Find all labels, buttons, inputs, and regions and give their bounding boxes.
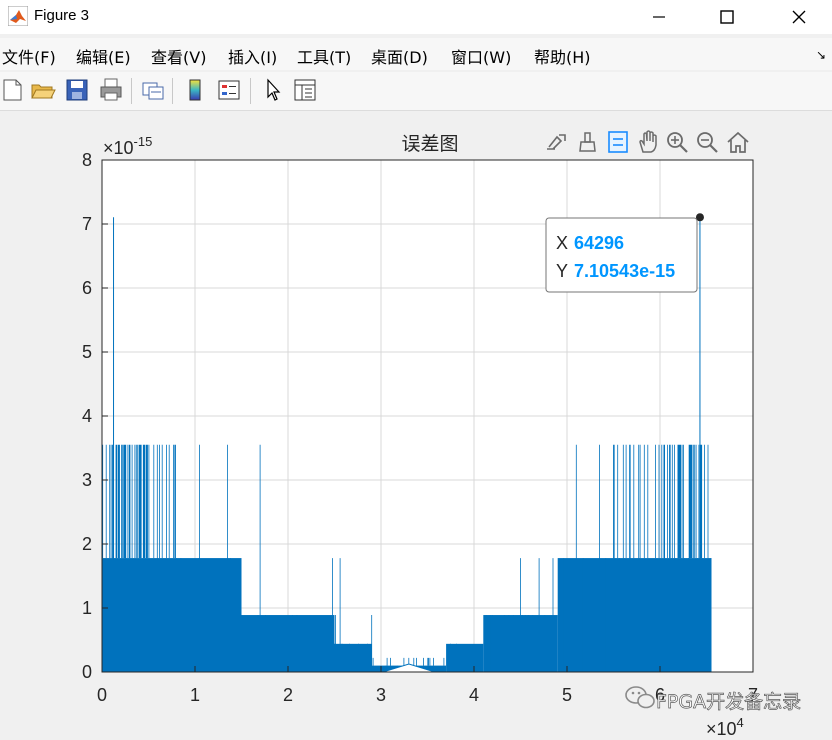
insert-legend-icon[interactable] [216, 77, 242, 103]
close-button[interactable] [776, 0, 822, 34]
menu-insert[interactable]: 插入(I) [228, 44, 277, 68]
x-exponent-label: ×104 [706, 715, 744, 736]
y-tick-label: 8 [82, 150, 92, 170]
insert-colorbar-icon[interactable] [182, 77, 208, 103]
minimize-icon [653, 16, 665, 18]
y-tick-label: 4 [82, 406, 92, 426]
datatip[interactable]: X 64296 Y 7.10543e-15 [545, 213, 704, 293]
menu-file[interactable]: 文件(F) [2, 44, 56, 68]
brush-icon[interactable] [579, 132, 596, 152]
x-tick-label: 1 [190, 685, 200, 705]
menu-window[interactable]: 窗口(W) [451, 44, 511, 68]
y-tick-label: 3 [82, 470, 92, 490]
y-tick-label: 7 [82, 214, 92, 234]
menu-edit[interactable]: 编辑(E) [76, 44, 131, 68]
maximize-icon [720, 10, 734, 24]
print-icon[interactable] [98, 77, 124, 103]
window-titlebar: Figure 3 [0, 0, 832, 34]
datatip-x-row: X 64296 [556, 233, 624, 253]
error-plot: 01234567012345678 误差图 ×10-15 ×104 [82, 130, 801, 739]
series-fill [446, 643, 484, 672]
y-tick-label: 0 [82, 662, 92, 682]
x-tick-label: 3 [376, 685, 386, 705]
export-icon[interactable] [547, 134, 566, 150]
toolbar-separator [172, 78, 173, 104]
datatip-y-row: Y 7.10543e-15 [556, 261, 675, 281]
property-inspector-icon[interactable] [292, 77, 318, 103]
new-figure-icon[interactable] [0, 77, 26, 103]
minimize-button[interactable] [636, 0, 682, 34]
chart-title: 误差图 [401, 133, 458, 155]
edit-plot-icon[interactable] [260, 77, 286, 103]
x-tick-label: 5 [562, 685, 572, 705]
zoom-in-icon[interactable] [667, 132, 688, 153]
toolbar-separator [131, 78, 132, 104]
series-fill [557, 558, 614, 672]
x-tick-label: 0 [97, 685, 107, 705]
matlab-logo-icon [8, 6, 28, 26]
y-tick-label: 6 [82, 278, 92, 298]
restore-view-icon[interactable] [727, 131, 749, 153]
open-file-icon[interactable] [30, 77, 56, 103]
save-icon[interactable] [64, 77, 90, 103]
watermark: FPGA开发备忘录 [625, 686, 801, 713]
menu-desktop[interactable]: 桌面(D) [371, 44, 428, 68]
figure-toolbar [0, 72, 832, 111]
dock-arrow-icon[interactable]: ↘ [816, 48, 826, 62]
x-tick-label: 2 [283, 685, 293, 705]
y-exponent-label: ×10-15 [103, 134, 152, 158]
menu-view[interactable]: 查看(V) [151, 44, 206, 68]
link-plot-icon[interactable] [140, 77, 166, 103]
window-title: Figure 3 [34, 7, 90, 24]
data-tips-icon[interactable] [608, 131, 628, 153]
close-icon [792, 10, 806, 24]
series-fill [176, 558, 242, 672]
watermark-text: FPGA开发备忘录 [656, 691, 801, 713]
maximize-button[interactable] [704, 0, 750, 34]
y-tick-label: 1 [82, 598, 92, 618]
x-tick-label: 4 [469, 685, 479, 705]
y-tick-label: 5 [82, 342, 92, 362]
wechat-logo-icon [625, 686, 655, 709]
zoom-out-icon[interactable] [697, 132, 718, 153]
series-fill [613, 558, 712, 672]
axes-toolbar [547, 130, 749, 153]
pan-icon[interactable] [639, 130, 657, 153]
menu-tools[interactable]: 工具(T) [297, 44, 351, 68]
y-tick-label: 2 [82, 534, 92, 554]
menu-bar: 文件(F) 编辑(E) 查看(V) 插入(I) 工具(T) 桌面(D) 窗口(W… [0, 38, 832, 70]
figure-canvas: 01234567012345678 误差图 ×10-15 ×104 X 6429… [0, 111, 832, 739]
toolbar-separator [250, 78, 251, 104]
series-fill [241, 615, 335, 672]
menu-help[interactable]: 帮助(H) [534, 44, 591, 68]
